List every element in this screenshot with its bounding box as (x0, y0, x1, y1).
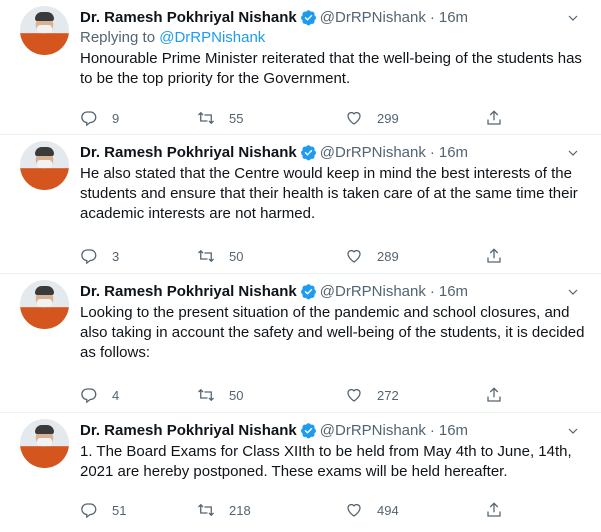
like-icon (347, 388, 361, 402)
replying-to-label: Replying to (80, 29, 160, 46)
author-handle[interactable]: @DrRPNishank (320, 283, 426, 300)
reply-count: 51 (112, 502, 127, 518)
like-button[interactable]: 299 (345, 108, 399, 128)
tweet[interactable]: Dr. Ramesh Pokhriyal Nishank @DrRPNishan… (0, 412, 601, 532)
tweet-actions: 9 55 299 (80, 108, 510, 128)
separator-dot: · (429, 282, 435, 300)
tweet-header: Dr. Ramesh Pokhriyal Nishank @DrRPNishan… (80, 6, 587, 28)
tweet-actions: 4 50 272 (80, 385, 510, 405)
author-name[interactable]: Dr. Ramesh Pokhriyal Nishank (80, 144, 297, 161)
tweet[interactable]: Dr. Ramesh Pokhriyal Nishank @DrRPNishan… (0, 273, 601, 412)
reply-count: 3 (112, 248, 120, 264)
tweet[interactable]: Dr. Ramesh Pokhriyal Nishank @DrRPNishan… (0, 134, 601, 273)
share-icon (487, 110, 501, 125)
more-options-icon[interactable] (565, 145, 581, 161)
retweet-count: 55 (229, 110, 244, 126)
author-name[interactable]: Dr. Ramesh Pokhriyal Nishank (80, 283, 297, 300)
author-handle[interactable]: @DrRPNishank (320, 9, 426, 26)
share-icon (487, 248, 501, 263)
retweet-button[interactable]: 50 (197, 246, 243, 266)
tweet-actions: 51 218 494 (80, 500, 510, 520)
reply-button[interactable]: 51 (80, 500, 126, 520)
author-name[interactable]: Dr. Ramesh Pokhriyal Nishank (80, 422, 297, 439)
tweet-timestamp[interactable]: 16m (439, 9, 468, 26)
reply-button[interactable]: 3 (80, 246, 119, 266)
like-button[interactable]: 289 (345, 246, 399, 266)
like-icon (347, 249, 361, 263)
like-icon (347, 503, 361, 517)
verified-badge-icon (300, 422, 316, 438)
tweet-text: 1. The Board Exams for Class XIIth to be… (80, 443, 572, 480)
author-handle[interactable]: @DrRPNishank (320, 144, 426, 161)
like-count: 494 (377, 502, 399, 518)
separator-dot: · (429, 421, 435, 439)
reply-count: 4 (112, 387, 120, 403)
avatar[interactable] (20, 141, 69, 190)
tweet-text: Looking to the present situation of the … (80, 304, 585, 361)
retweet-icon (198, 388, 214, 402)
reply-icon (81, 111, 97, 127)
tweet-timestamp[interactable]: 16m (439, 144, 468, 161)
retweet-icon (198, 249, 214, 263)
retweet-count: 218 (229, 502, 251, 518)
more-options-icon[interactable] (565, 423, 581, 439)
like-count: 272 (377, 387, 399, 403)
retweet-count: 50 (229, 387, 244, 403)
like-button[interactable]: 272 (345, 385, 399, 405)
tweet-header: Dr. Ramesh Pokhriyal Nishank @DrRPNishan… (80, 419, 587, 441)
more-options-icon[interactable] (565, 10, 581, 26)
tweet[interactable]: Dr. Ramesh Pokhriyal Nishank @DrRPNishan… (0, 0, 601, 134)
tweet-timestamp[interactable]: 16m (439, 422, 468, 439)
author-name[interactable]: Dr. Ramesh Pokhriyal Nishank (80, 9, 297, 26)
retweet-icon (198, 111, 214, 125)
share-button[interactable] (485, 385, 503, 405)
retweet-button[interactable]: 218 (197, 500, 251, 520)
share-button[interactable] (485, 108, 503, 128)
separator-dot: · (429, 8, 435, 26)
verified-badge-icon (300, 144, 316, 160)
reply-count: 9 (112, 110, 120, 126)
replying-to-handle[interactable]: @DrRPNishank (159, 29, 265, 46)
like-count: 299 (377, 110, 399, 126)
share-icon (487, 502, 501, 517)
like-count: 289 (377, 248, 399, 264)
retweet-count: 50 (229, 248, 244, 264)
reply-icon (81, 388, 97, 404)
avatar[interactable] (20, 6, 69, 55)
share-button[interactable] (485, 500, 503, 520)
reply-icon (81, 249, 97, 265)
replying-to: Replying to @DrRPNishank (80, 28, 587, 48)
retweet-icon (198, 503, 214, 517)
avatar[interactable] (20, 419, 69, 468)
verified-badge-icon (300, 9, 316, 25)
tweet-timestamp[interactable]: 16m (439, 283, 468, 300)
tweet-text: Honourable Prime Minister reiterated tha… (80, 50, 582, 87)
share-icon (487, 387, 501, 402)
separator-dot: · (429, 143, 435, 161)
verified-badge-icon (300, 283, 316, 299)
reply-icon (81, 503, 97, 519)
like-button[interactable]: 494 (345, 500, 399, 520)
tweet-header: Dr. Ramesh Pokhriyal Nishank @DrRPNishan… (80, 141, 587, 163)
tweet-actions: 3 50 289 (80, 246, 510, 266)
reply-button[interactable]: 4 (80, 385, 119, 405)
avatar[interactable] (20, 280, 69, 329)
more-options-icon[interactable] (565, 284, 581, 300)
retweet-button[interactable]: 55 (197, 108, 243, 128)
author-handle[interactable]: @DrRPNishank (320, 422, 426, 439)
share-button[interactable] (485, 246, 503, 266)
tweet-header: Dr. Ramesh Pokhriyal Nishank @DrRPNishan… (80, 280, 587, 302)
tweet-text: He also stated that the Centre would kee… (80, 165, 578, 222)
reply-button[interactable]: 9 (80, 108, 119, 128)
retweet-button[interactable]: 50 (197, 385, 243, 405)
like-icon (347, 111, 361, 125)
